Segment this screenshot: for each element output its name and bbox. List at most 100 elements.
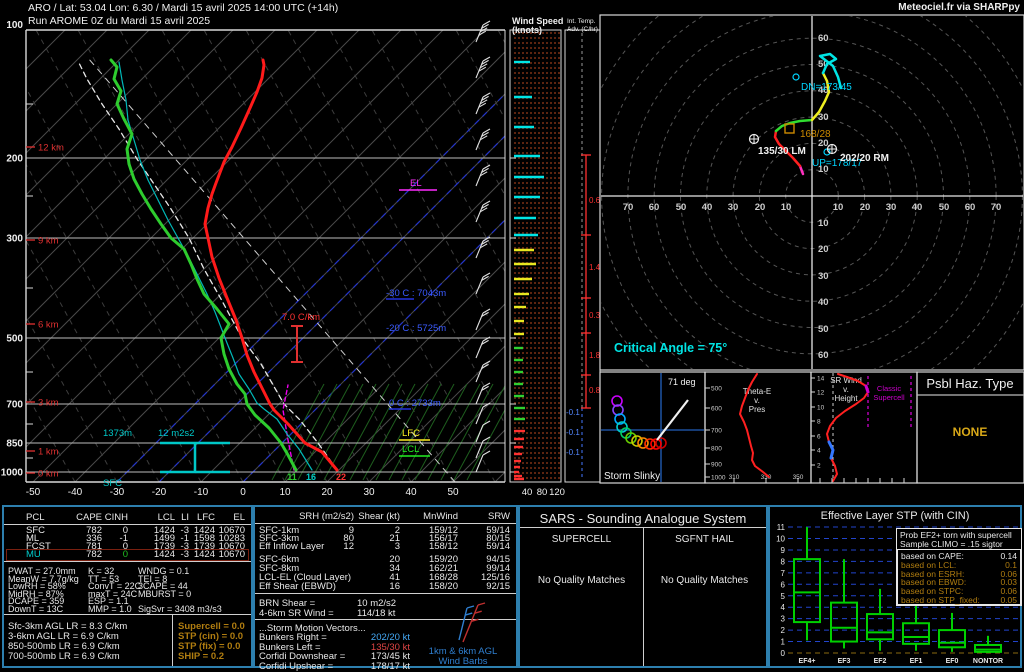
svg-text:Psbl Haz. Type: Psbl Haz. Type — [926, 376, 1013, 391]
svg-text:600: 600 — [711, 406, 722, 413]
svg-text:EF0: EF0 — [946, 658, 959, 665]
lapse-rate: 850-500mb LR = 6.9 C/km — [8, 642, 120, 651]
stp-legend-label: based on STP_fixed: — [901, 596, 980, 605]
label: BRN Shear = — [259, 599, 315, 608]
svg-text:30: 30 — [728, 202, 739, 213]
svg-text:100: 100 — [6, 20, 23, 31]
svg-text:6: 6 — [781, 580, 786, 589]
svg-text:20: 20 — [755, 202, 766, 213]
svg-text:0.3: 0.3 — [589, 311, 601, 320]
lapse-rate: 3-6km AGL LR = 6.9 C/km — [8, 632, 119, 641]
col-header: MnWind — [423, 512, 458, 521]
sars-title: SARS - Sounding Analogue System — [520, 511, 766, 526]
svg-text:0: 0 — [240, 487, 246, 498]
svg-text:168/28: 168/28 — [800, 129, 831, 140]
svg-text:40: 40 — [405, 487, 417, 498]
svg-text:80: 80 — [537, 487, 548, 498]
col-header: Shear (kt) — [358, 512, 400, 521]
value: 3 — [395, 542, 400, 551]
svg-text:1: 1 — [781, 638, 786, 647]
thermo-index: SigSvr = 3408 m3/s3 — [138, 605, 222, 614]
svg-text:1373m: 1373m — [103, 428, 132, 439]
svg-text:0 C : 2733m: 0 C : 2733m — [389, 398, 441, 409]
svg-text:EL: EL — [410, 178, 422, 189]
value: 12 — [343, 542, 354, 551]
svg-text:10: 10 — [776, 535, 785, 544]
srh-table-row: Eff Inflow Layer123158/1259/14 — [255, 542, 516, 550]
skewt-plot[interactable] — [0, 30, 1024, 482]
svg-text:-10: -10 — [194, 487, 209, 498]
sharppy-window: ARO / Lat: 53.04 Lon: 6.30 / Mardi 15 av… — [0, 0, 1024, 672]
skewt-hodograph-canvas[interactable]: 100200300500700850100012 km9 km6 km3 km1… — [0, 0, 1024, 503]
value: 16 — [389, 582, 400, 591]
svg-text:4: 4 — [817, 448, 821, 455]
svg-text:-20 C : 5725m: -20 C : 5725m — [386, 323, 446, 334]
svg-text:LCL: LCL — [402, 444, 419, 455]
svg-text:7: 7 — [781, 569, 786, 578]
svg-text:1.8: 1.8 — [589, 351, 601, 360]
svg-text:40: 40 — [818, 297, 829, 308]
svg-text:4: 4 — [781, 603, 786, 612]
col-header: SRH (m2/s2) — [299, 512, 354, 521]
svg-text:11: 11 — [287, 472, 297, 482]
svg-text:60: 60 — [649, 202, 660, 213]
svg-text:EF1: EF1 — [910, 658, 923, 665]
svg-text:0.8: 0.8 — [589, 386, 601, 395]
col-header: CINH — [105, 513, 128, 522]
svg-text:EF3: EF3 — [838, 658, 851, 665]
thermo-index: DownT = 13C — [8, 605, 63, 614]
svg-text:40: 40 — [522, 487, 533, 498]
sars-panel: SARS - Sounding Analogue System SUPERCEL… — [518, 505, 768, 668]
svg-text:70: 70 — [623, 202, 634, 213]
srh-table-row: LCL-EL (Cloud Layer)41168/28125/16 — [255, 573, 516, 581]
thetae-panel: Theta-Ev.Pres500600700800900100031033035… — [705, 372, 811, 483]
svg-text:LFC: LFC — [402, 428, 420, 439]
svg-text:DN=173/45: DN=173/45 — [801, 82, 852, 93]
sr-wind-panel: SR Windv.Height2468101214ClassicSupercel… — [811, 372, 917, 483]
svg-text:EF4+: EF4+ — [799, 658, 816, 665]
svg-text:60: 60 — [818, 350, 829, 361]
srh-table-row: Eff Shear (EBWD)16158/2092/15 — [255, 582, 516, 590]
svg-text:Adv. (C/hr): Adv. (C/hr) — [567, 26, 598, 33]
svg-text:v.: v. — [843, 385, 849, 394]
svg-text:9 km: 9 km — [38, 236, 59, 247]
svg-text:NONTOR: NONTOR — [973, 658, 1003, 665]
value: 158/20 — [429, 582, 458, 591]
svg-text:-20: -20 — [152, 487, 167, 498]
col-header: CAPE — [76, 513, 102, 522]
dewpoint-curve — [111, 60, 296, 470]
svg-text:10: 10 — [833, 202, 844, 213]
col-header: PCL — [26, 513, 44, 522]
svg-text:60: 60 — [818, 33, 829, 44]
svg-text:1000: 1000 — [1, 468, 24, 479]
svg-text:Int. Temp.: Int. Temp. — [567, 18, 596, 25]
svg-text:70: 70 — [991, 202, 1002, 213]
divider — [255, 523, 516, 524]
svg-text:Critical Angle = 75°: Critical Angle = 75° — [614, 341, 727, 355]
svg-text:8: 8 — [781, 557, 786, 566]
svg-text:30: 30 — [363, 487, 375, 498]
stp-legend-note: Sample CLIMO = .15 sigtor — [900, 540, 1003, 549]
value: 10 m2/s2 — [357, 599, 396, 608]
lapse-rate: Sfc-3km AGL LR = 8.3 C/km — [8, 622, 127, 631]
col-header: EL — [233, 513, 245, 522]
svg-text:-0.1: -0.1 — [566, 448, 580, 457]
hodograph-panel[interactable]: 1020304050601020304050601020304050607010… — [575, 0, 1024, 433]
composite-index: SHIP = 0.2 — [178, 652, 224, 661]
composite-index: STP (fix) = 0.0 — [178, 642, 240, 651]
mu-row-highlight — [6, 549, 249, 561]
svg-text:10: 10 — [817, 405, 825, 412]
svg-text:50: 50 — [818, 324, 829, 335]
svg-text:2: 2 — [817, 463, 821, 470]
stp-legend-values-box: based on CAPE:0.14based on LCL:0.1based … — [897, 549, 1021, 605]
svg-text:-50: -50 — [26, 487, 41, 498]
svg-text:Classic: Classic — [877, 384, 901, 393]
svg-text:7.0 C/km: 7.0 C/km — [282, 312, 320, 323]
srh-table-row: SFC-8km34162/2199/14 — [255, 564, 516, 572]
stp-panel: Effective Layer STP (with CIN) 012345678… — [768, 505, 1022, 668]
svg-text:-30 C : 7043m: -30 C : 7043m — [386, 288, 446, 299]
svg-text:9: 9 — [781, 546, 786, 555]
svg-text:Height: Height — [834, 394, 858, 403]
svg-text:700: 700 — [6, 400, 23, 411]
agl-wind-barbs-icon — [445, 600, 495, 645]
